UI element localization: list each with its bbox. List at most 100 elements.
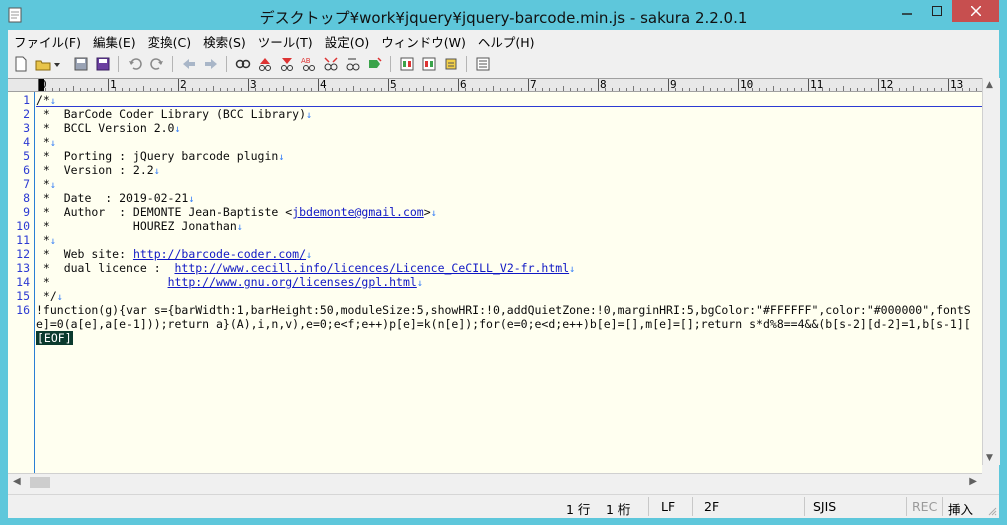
status-newline[interactable]: LF [661,499,675,514]
scroll-left-icon[interactable]: ◀ [13,476,21,487]
code-line[interactable]: !function(g){var s={barWidth:1,barHeight… [36,303,971,317]
url-link[interactable]: http://www.cecill.info/licences/Licence_… [174,261,569,275]
client-area: ファイル(F) 編集(E) 変換(C) 検索(S) ツール(T) 設定(O) ウ… [8,30,1000,518]
new-file-icon[interactable] [12,55,30,73]
line-number: 3 [23,121,30,135]
text-editor[interactable]: 0 1 2 3 4 5 6 7 8 9 10 11 12 13 1 2 3 4 5 6 7 8 9 10 11 12 13 14 15… [8,78,982,481]
outline-icon[interactable] [420,55,438,73]
ruler-minor-tick [339,88,340,91]
ruler-minor-tick [451,88,452,91]
horizontal-scrollbar[interactable]: ◀ ▶ [8,473,982,491]
ruler-minor-tick [213,86,214,91]
status-encoding[interactable]: SJIS [813,499,836,514]
ruler-minor-tick [759,88,760,91]
status-code-point: 2F [704,499,720,514]
menu-edit[interactable]: 編集(E) [87,32,142,51]
horizontal-scroll-thumb[interactable] [30,477,50,488]
text-area[interactable]: /* ↓ * BarCode Coder Library (BCC Library… [36,92,982,481]
search-previous-icon[interactable] [256,55,274,73]
ruler-minor-tick [549,88,550,91]
ruler-minor-tick [850,88,851,91]
menu-convert[interactable]: 変換(C) [142,32,197,51]
ruler-minor-tick [514,88,515,91]
menu-search[interactable]: 検索(S) [197,32,252,51]
compare-icon[interactable] [398,55,416,73]
code-line[interactable]: * http://www.gnu.org/licenses/gpl.html↓ [36,275,423,291]
scroll-up-icon[interactable]: ▲ [986,80,993,90]
ruler-minor-tick [199,88,200,91]
ruler-minor-tick [794,88,795,91]
replace-icon[interactable]: AB [300,55,318,73]
ruler-minor-tick [976,88,977,91]
menu-help[interactable]: ヘルプ(H) [472,32,541,51]
code-text: * Author : DEMONTE Jean-Baptiste < [36,205,293,219]
undo-icon[interactable] [126,55,144,73]
ruler-minor-tick [619,88,620,91]
status-line[interactable]: 1 行 [566,499,590,518]
close-button[interactable] [952,0,999,22]
vertical-scrollbar[interactable]: ▲ ▼ [982,78,1000,465]
settings-icon[interactable] [474,55,492,73]
url-link[interactable]: http://barcode-coder.com/ [133,247,306,261]
eol-mark-icon: ↓ [49,138,56,149]
ruler-minor-tick [129,88,130,91]
status-rec: REC [912,499,938,514]
search-icon[interactable] [234,55,252,73]
resize-grip-icon[interactable] [987,506,997,516]
jump-back-icon[interactable] [180,55,198,73]
dropdown-arrow-icon[interactable] [52,55,62,73]
grep-icon[interactable] [322,55,340,73]
code-line[interactable]: e]=0(a[e],a[e-1]));return a}(A),i,n,v),e… [36,317,971,331]
ruler-minor-tick [66,88,67,91]
code-text: */ [36,289,57,303]
scroll-right-icon[interactable]: ▶ [969,476,977,487]
ruler-minor-tick [52,88,53,91]
ruler-minor-tick [486,88,487,91]
ruler-minor-tick [556,88,557,91]
line-number: 16 [16,303,30,317]
save-icon[interactable] [72,55,90,73]
open-file-icon[interactable] [34,55,52,73]
menu-file[interactable]: ファイル(F) [8,32,87,51]
ruler-minor-tick [955,88,956,91]
jump-forward-icon[interactable] [202,55,220,73]
menu-window[interactable]: ウィンドウ(W) [375,32,472,51]
code-line[interactable]: * BCCL Version 2.0↓ [36,121,181,137]
ruler-minor-tick [150,88,151,91]
status-insert-mode[interactable]: 挿入 [948,499,973,518]
maximize-button[interactable] [922,0,952,22]
svg-text:AB: AB [301,57,311,65]
ruler-minor-tick [682,88,683,91]
tag-jump-icon[interactable] [442,55,460,73]
eol-mark-icon: ↓ [153,166,160,177]
url-link[interactable]: jbdemonte@gmail.com [292,205,424,219]
ruler-minor-tick [297,88,298,91]
scroll-down-icon[interactable]: ▼ [986,453,993,463]
window-title: デスクトップ¥work¥jquery¥jquery-barcode.min.js… [259,9,748,27]
bookmark-icon[interactable] [366,55,384,73]
close-icon [970,6,981,16]
status-column[interactable]: 1 桁 [606,499,630,518]
title-bar[interactable]: デスクトップ¥work¥jquery¥jquery-barcode.min.js… [0,0,1007,30]
column-ruler[interactable]: 0 1 2 3 4 5 6 7 8 9 10 11 12 13 [8,79,982,92]
ruler-minor-tick [913,86,914,91]
ruler-minor-tick [311,88,312,91]
menu-tools[interactable]: ツール(T) [252,32,319,51]
ruler-minor-tick [164,88,165,91]
ruler-minor-tick [724,88,725,91]
code-line[interactable]: * HOUREZ Jonathan↓ [36,219,243,235]
ruler-minor-tick [626,88,627,91]
ruler-minor-tick [45,88,46,91]
url-link[interactable]: http://www.gnu.org/licenses/gpl.html [168,275,417,289]
code-text: * BarCode Coder Library (BCC Library) [36,107,307,121]
ruler-minor-tick [157,88,158,91]
line-number-gutter[interactable]: 1 2 3 4 5 6 7 8 9 10 11 12 13 14 15 16 [8,92,35,481]
minimize-button[interactable] [892,0,922,22]
redo-icon[interactable] [148,55,166,73]
jump-to-icon[interactable] [344,55,362,73]
save-all-icon[interactable] [94,55,112,73]
search-next-icon[interactable] [278,55,296,73]
menu-settings[interactable]: 設定(O) [319,32,376,51]
ruler-minor-tick [472,88,473,91]
line-number: 12 [16,247,30,261]
